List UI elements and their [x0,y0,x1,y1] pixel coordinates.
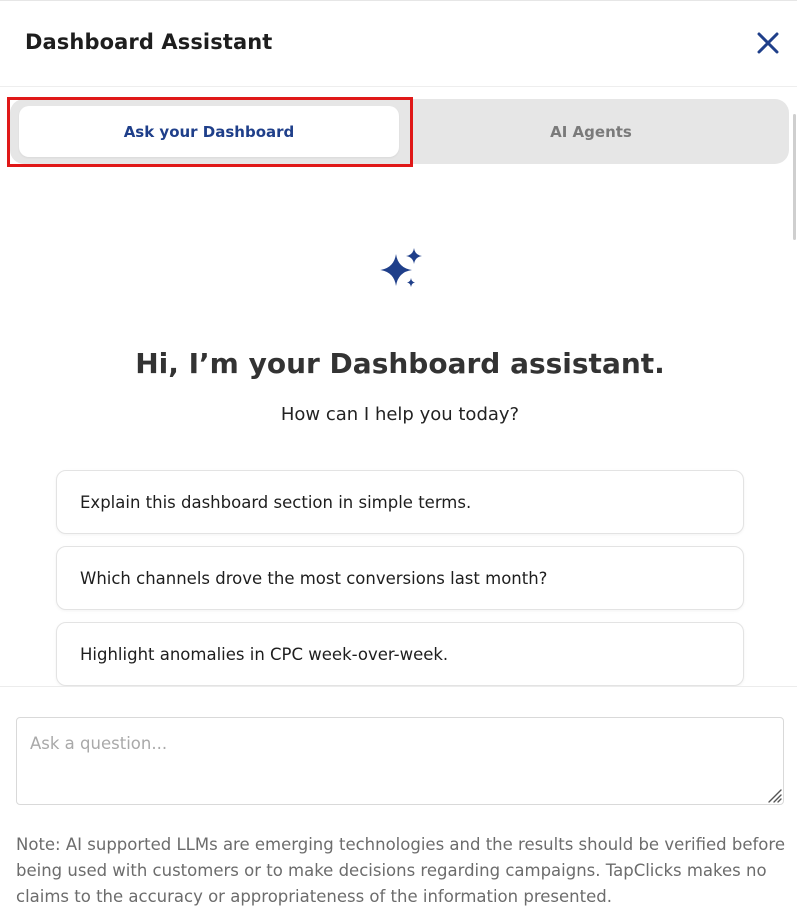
assistant-panel: Dashboard Assistant Ask your Dashboard A… [0,0,797,908]
close-icon [757,32,779,54]
sparkle-icon [376,246,424,290]
disclaimer-note: Note: AI supported LLMs are emerging tec… [16,835,785,906]
greeting-heading: Hi, I’m your Dashboard assistant. [135,347,665,380]
tab-bar: Ask your Dashboard AI Agents [10,99,789,164]
suggestion-card[interactable]: Highlight anomalies in CPC week-over-wee… [56,622,744,686]
question-input[interactable] [16,717,784,805]
greeting-subtitle: How can I help you today? [280,404,520,425]
scrollbar[interactable] [793,114,796,240]
tab-ask-your-dashboard[interactable]: Ask your Dashboard [19,106,399,157]
panel-header: Dashboard Assistant [0,1,797,87]
suggestion-card[interactable]: Which channels drove the most conversion… [56,546,744,610]
resize-handle-icon[interactable] [764,785,782,803]
tab-ai-agents[interactable]: AI Agents [400,106,782,157]
close-button[interactable] [754,29,782,57]
suggestion-card[interactable]: Explain this dashboard section in simple… [56,470,744,534]
composer-footer: Note: AI supported LLMs are emerging tec… [0,686,797,908]
panel-title: Dashboard Assistant [25,30,273,54]
